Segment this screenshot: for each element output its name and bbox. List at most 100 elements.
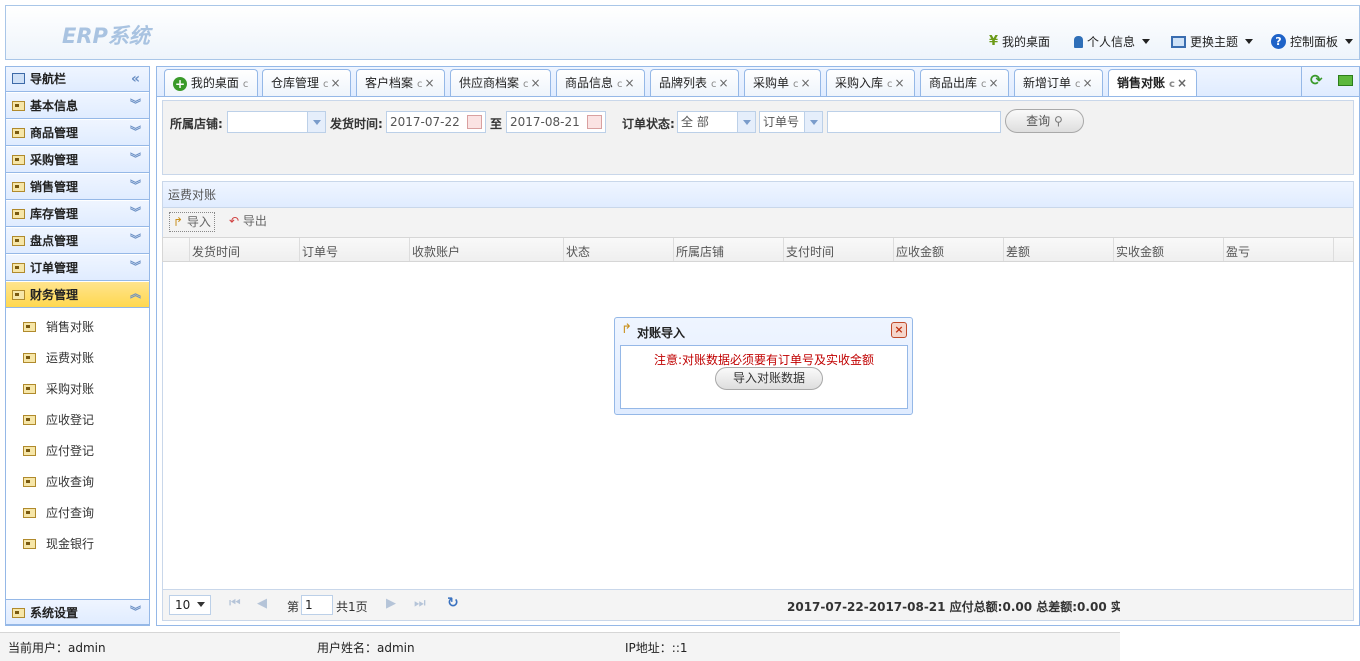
- sidebar-section-purchase[interactable]: 采购管理 ︾: [6, 147, 149, 173]
- date-to-input[interactable]: 2017-08-21: [506, 111, 606, 133]
- sidebar-section-orders[interactable]: 订单管理 ︾: [6, 255, 149, 281]
- sidebar-title-label: 导航栏: [30, 72, 67, 86]
- tab-label: 商品出库: [929, 76, 978, 90]
- close-icon[interactable]: ×: [989, 76, 999, 90]
- tab-brand-list[interactable]: 品牌列表 c ×: [650, 69, 739, 97]
- import-button[interactable]: ↱ 导入: [169, 212, 215, 232]
- prev-page-icon[interactable]: ◀: [257, 596, 267, 611]
- sidebar-item-purchase-reconcile[interactable]: 采购对账: [6, 374, 149, 405]
- search-field-select[interactable]: 订单号: [759, 111, 823, 133]
- tab-purchase-order[interactable]: 采购单 c ×: [744, 69, 821, 97]
- tab-purchase-inbound[interactable]: 采购入库 c ×: [826, 69, 915, 97]
- reload-icon[interactable]: c: [1075, 79, 1081, 90]
- sidebar-section-finance[interactable]: 财务管理 ︽: [6, 282, 149, 308]
- reload-icon[interactable]: c: [523, 79, 529, 90]
- sidebar-section-stocktake[interactable]: 盘点管理 ︾: [6, 228, 149, 254]
- column-header[interactable]: 盈亏: [1226, 243, 1250, 260]
- column-header[interactable]: 差额: [1006, 243, 1030, 260]
- reload-icon[interactable]: c: [981, 79, 987, 90]
- close-icon[interactable]: ×: [801, 76, 811, 90]
- sidebar-item-cash-bank[interactable]: 现金银行: [6, 529, 149, 560]
- menu-my-desktop[interactable]: ¥ 我的桌面: [989, 33, 1050, 50]
- tab-sales-reconcile[interactable]: 销售对账 c ×: [1108, 69, 1197, 98]
- reload-icon[interactable]: c: [617, 79, 623, 90]
- collapse-icon[interactable]: «: [131, 67, 140, 92]
- tab-supplier[interactable]: 供应商档案 c ×: [450, 69, 551, 97]
- page-total: 共1页: [336, 600, 368, 614]
- sidebar-section-system-settings[interactable]: 系统设置 ︾: [6, 599, 149, 625]
- column-header[interactable]: 收款账户: [412, 243, 460, 260]
- column-header[interactable]: 所属店铺: [676, 243, 724, 260]
- close-icon[interactable]: ×: [719, 76, 729, 90]
- grid-body: [162, 262, 1354, 589]
- close-icon[interactable]: ×: [331, 76, 341, 90]
- tab-goods-info[interactable]: 商品信息 c ×: [556, 69, 645, 97]
- reload-icon[interactable]: c: [417, 79, 423, 90]
- close-icon[interactable]: ×: [891, 322, 907, 338]
- column-header[interactable]: 发货时间: [192, 243, 240, 260]
- column-header[interactable]: 状态: [566, 243, 590, 260]
- close-icon[interactable]: ×: [1083, 76, 1093, 90]
- export-button[interactable]: ↶ 导出: [226, 212, 270, 232]
- sidebar-item-sales-reconcile[interactable]: 销售对账: [6, 312, 149, 343]
- tab-customer[interactable]: 客户档案 c ×: [356, 69, 445, 97]
- column-divider: [1113, 238, 1114, 261]
- reload-icon[interactable]: c: [1169, 79, 1175, 90]
- menu-personal-info[interactable]: 个人信息: [1074, 33, 1151, 50]
- sidebar-item-receivable-query[interactable]: 应收查询: [6, 467, 149, 498]
- page-number-input[interactable]: 1: [301, 595, 333, 615]
- order-status-value: 全 部: [681, 115, 709, 129]
- sidebar-item-freight-reconcile[interactable]: 运费对账: [6, 343, 149, 374]
- reload-icon[interactable]: c: [323, 79, 329, 90]
- sidebar-section-sales[interactable]: 销售管理 ︾: [6, 174, 149, 200]
- sidebar-item-payable-query[interactable]: 应付查询: [6, 498, 149, 529]
- menu-control-panel[interactable]: ? 控制面板: [1271, 33, 1354, 50]
- tab-label: 品牌列表: [659, 76, 708, 90]
- page-size-select[interactable]: 10: [169, 595, 211, 615]
- sidebar-item-payable-entry[interactable]: 应付登记: [6, 436, 149, 467]
- column-divider: [783, 238, 784, 261]
- close-icon[interactable]: ×: [625, 76, 635, 90]
- section-label: 销售管理: [30, 180, 79, 194]
- reload-icon[interactable]: ↻: [447, 595, 459, 611]
- column-header[interactable]: 实收金额: [1116, 243, 1164, 260]
- order-status-select[interactable]: 全 部: [677, 111, 756, 133]
- chevron-down-icon: [1142, 39, 1151, 44]
- folder-icon: [12, 182, 25, 192]
- date-from-input[interactable]: 2017-07-22: [386, 111, 486, 133]
- next-page-icon[interactable]: ▶: [386, 596, 396, 611]
- grid-header: 发货时间 订单号 收款账户 状态 所属店铺 支付时间 应收金额 差额 实收金额 …: [162, 237, 1354, 262]
- column-header[interactable]: 支付时间: [786, 243, 834, 260]
- query-button[interactable]: 查询 ⚲: [1005, 109, 1084, 133]
- tab-my-desktop[interactable]: + 我的桌面 c: [164, 69, 258, 97]
- close-icon[interactable]: ×: [1177, 76, 1187, 90]
- reload-icon[interactable]: c: [793, 79, 799, 90]
- close-icon[interactable]: ×: [425, 76, 435, 90]
- calendar-icon[interactable]: [467, 115, 482, 129]
- last-page-icon[interactable]: ⏭: [414, 596, 426, 611]
- menu-change-theme[interactable]: 更换主题: [1171, 33, 1254, 50]
- tab-goods-outbound[interactable]: 商品出库 c ×: [920, 69, 1009, 97]
- reload-icon[interactable]: c: [243, 79, 249, 90]
- close-icon[interactable]: ×: [531, 76, 541, 90]
- minimize-icon[interactable]: [1338, 75, 1353, 86]
- reload-icon[interactable]: c: [711, 79, 717, 90]
- reload-icon[interactable]: c: [887, 79, 893, 90]
- item-icon: [23, 508, 36, 518]
- export-label: 导出: [242, 214, 267, 228]
- column-header[interactable]: 订单号: [302, 243, 338, 260]
- import-data-button[interactable]: 导入对账数据: [715, 367, 823, 390]
- refresh-icon[interactable]: ⟳: [1310, 71, 1323, 89]
- sidebar-section-basic-info[interactable]: 基本信息 ︾: [6, 93, 149, 119]
- first-page-icon[interactable]: ⏮: [229, 596, 241, 611]
- sidebar-section-goods[interactable]: 商品管理 ︾: [6, 120, 149, 146]
- close-icon[interactable]: ×: [895, 76, 905, 90]
- search-input[interactable]: [827, 111, 1001, 133]
- column-header[interactable]: 应收金额: [896, 243, 944, 260]
- tab-warehouse[interactable]: 仓库管理 c ×: [262, 69, 351, 97]
- sidebar-section-inventory[interactable]: 库存管理 ︾: [6, 201, 149, 227]
- store-select[interactable]: [227, 111, 326, 133]
- tab-new-order[interactable]: 新增订单 c ×: [1014, 69, 1103, 97]
- calendar-icon[interactable]: [587, 115, 602, 129]
- sidebar-item-receivable-entry[interactable]: 应收登记: [6, 405, 149, 436]
